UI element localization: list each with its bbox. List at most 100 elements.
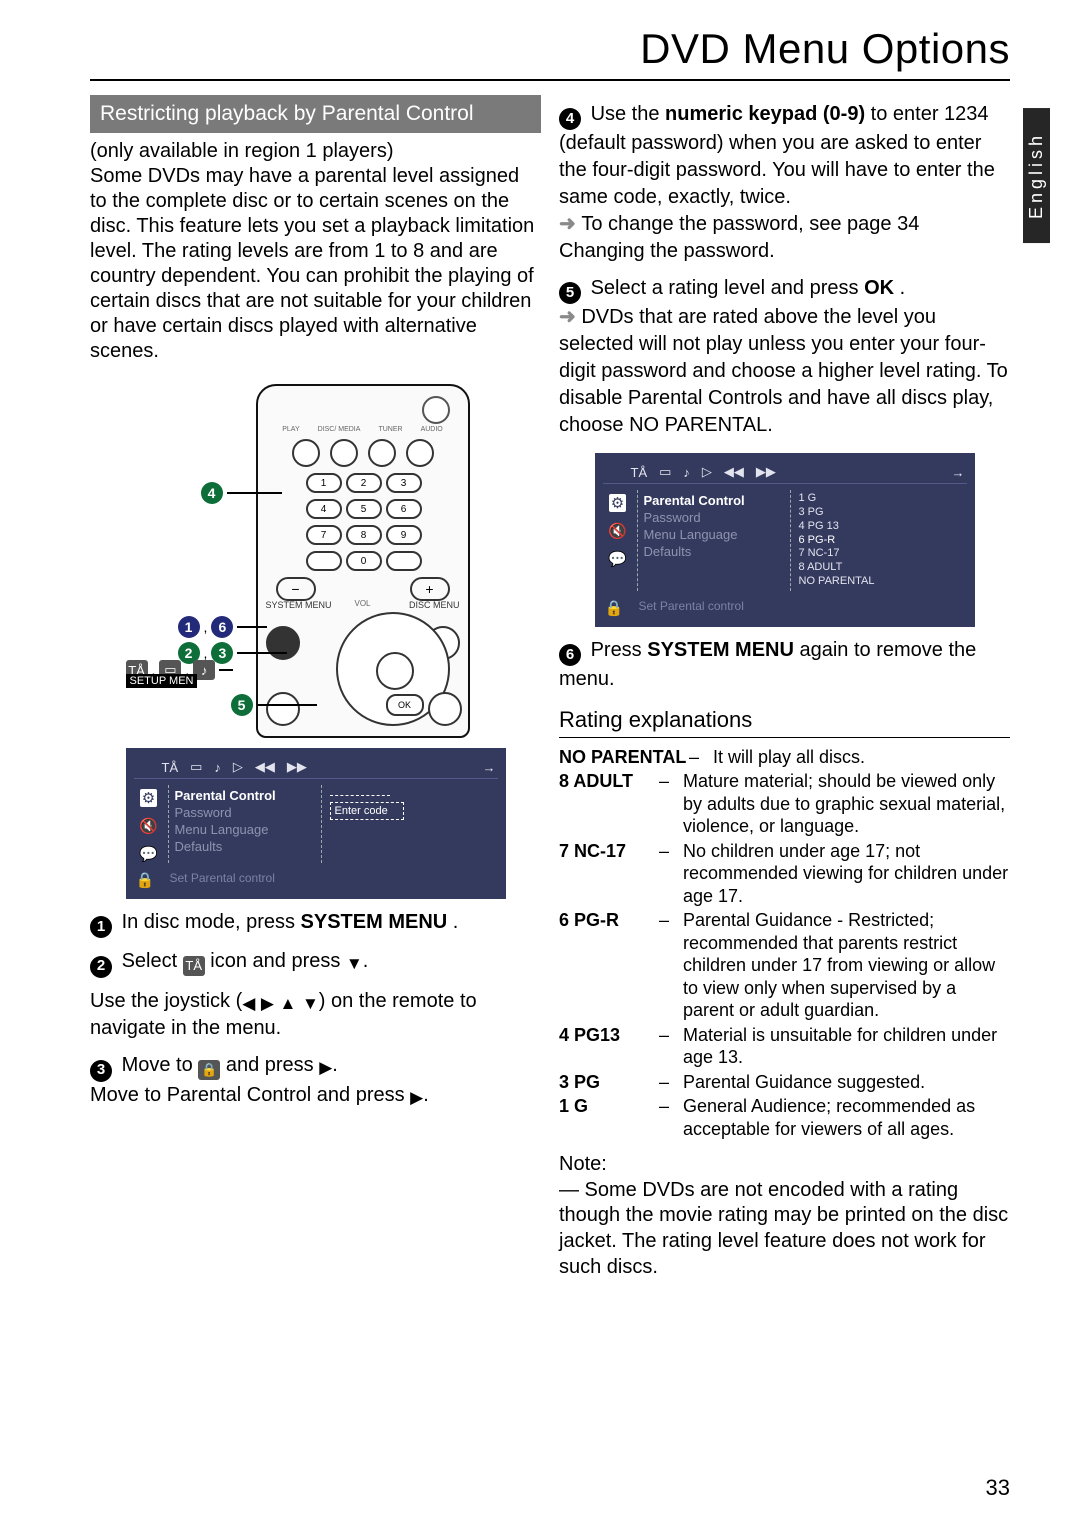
osd-enter-code: TÅ ▭ ♪ ▷ ◀◀ ▶▶ → ⚙ 🔇 💬 Parental Control <box>126 748 506 899</box>
step-6-num: 6 <box>559 644 581 666</box>
osd-tabs: TÅ ▭ ♪ ▷ ◀◀ ▶▶ → <box>134 756 498 779</box>
source-button-icon <box>330 439 358 467</box>
right-triangle-icon: ▶ <box>319 1058 332 1077</box>
osd-tab: ♪ <box>214 760 221 775</box>
rating-desc: Parental Guidance suggested. <box>683 1071 1010 1094</box>
osd-footer: Set Parental control <box>134 863 498 885</box>
rating-label: 6 PG-R <box>559 910 619 930</box>
osd-item-password: Password <box>175 804 315 821</box>
rating-1-g: 1 G – General Audience; recommended as a… <box>559 1095 1010 1140</box>
numeric-keypad: 1 2 3 4 5 6 7 8 9 0 <box>258 473 468 571</box>
remote-body: PLAY DISC/ MEDIA TUNER AUDIO 1 2 <box>256 384 470 738</box>
rating-3-pg: 3 PG – Parental Guidance suggested. <box>559 1071 1010 1094</box>
power-button-icon <box>422 396 450 424</box>
step-5-num: 5 <box>559 282 581 304</box>
down-triangle-icon: ▼ <box>346 954 363 973</box>
osd-tab: ▭ <box>659 464 671 480</box>
vol-up-icon: + <box>410 577 450 601</box>
osd-setup-list: Parental Control Password Menu Language … <box>168 785 322 863</box>
subhead-rule <box>559 737 1010 738</box>
left-column: Restricting playback by Parental Control… <box>90 95 541 1280</box>
osd-item-parental: Parental Control <box>644 492 784 509</box>
osd-tab: ▭ <box>190 759 202 775</box>
intro-body: Some DVDs may have a parental level assi… <box>90 165 534 362</box>
step-1-text-c: . <box>447 911 458 933</box>
osd-item-defaults: Defaults <box>644 543 784 560</box>
columns: Restricting playback by Parental Control… <box>90 95 1010 1280</box>
osd-opt: 8 ADULT <box>799 561 963 575</box>
step-4-sub: To change the password, see page 34 Chan… <box>559 213 919 262</box>
key-1: 1 <box>306 473 342 493</box>
osd-tab: TÅ <box>162 760 179 775</box>
step-5-sub-b: NO PARENTAL. <box>629 414 773 436</box>
rating-7-nc17: 7 NC-17 – No children under age 17; not … <box>559 840 1010 908</box>
rating-label: NO PARENTAL <box>559 747 686 767</box>
rating-desc: Parental Guidance - Restricted; recommen… <box>683 909 1010 1022</box>
joystick-text-a: Use the joystick ( <box>90 990 242 1012</box>
step-2-text-a: Select <box>122 950 183 972</box>
osd-item-defaults: Defaults <box>175 838 315 855</box>
osd-right-pane: Enter code <box>326 785 498 863</box>
intro-paragraph: (only available in region 1 players) Som… <box>90 139 541 364</box>
label-play: PLAY <box>282 426 299 433</box>
dash: – <box>689 746 713 769</box>
right-triangle-icon: ▶ <box>261 994 274 1013</box>
note-block: Note: — Some DVDs are not encoded with a… <box>559 1152 1010 1280</box>
key-9: 9 <box>386 525 422 545</box>
source-button-icon <box>406 439 434 467</box>
osd-right-pane: 1 G 3 PG 4 PG 13 6 PG-R 7 NC-17 8 ADULT … <box>795 490 967 590</box>
osd-tab: ◀◀ <box>255 759 275 775</box>
key-3: 3 <box>386 473 422 493</box>
osd-item-parental: Parental Control <box>175 787 315 804</box>
osd-tab: ◀◀ <box>724 464 744 480</box>
joystick-center <box>376 652 414 690</box>
note-label: Note: <box>559 1152 1010 1178</box>
osd-tab: ▶▶ <box>287 759 307 775</box>
rating-label: 1 G <box>559 1096 588 1116</box>
step-5-c: . <box>894 277 905 299</box>
callout-1-6: 1, 6 <box>178 616 268 638</box>
volume-row: − + <box>258 577 468 601</box>
osd-item-password: Password <box>644 509 784 526</box>
osd-item-menu-lang: Menu Language <box>644 526 784 543</box>
rating-desc: Mature material; should be viewed only b… <box>683 770 1010 838</box>
step-3: 3 Move to 🔒 and press ▶. Move to Parenta… <box>90 1052 541 1109</box>
osd-scroll-right-icon: → <box>483 760 496 775</box>
step-3-parental: Parental Control <box>167 1084 317 1106</box>
label-tuner: TUNER <box>378 426 402 433</box>
step-3-text-b: and press <box>220 1054 319 1076</box>
lock-icon: 🔒 <box>605 599 624 617</box>
remote-illustration: PLAY DISC/ MEDIA TUNER AUDIO 1 2 <box>126 384 506 734</box>
osd-rating-options: 1 G 3 PG 4 PG 13 6 PG-R 7 NC-17 8 ADULT … <box>799 492 963 588</box>
left-triangle-icon: ◀ <box>242 994 255 1013</box>
dash: – <box>659 1024 683 1069</box>
rating-no-parental: NO PARENTAL – It will play all discs. <box>559 746 1010 769</box>
osd-tab: TÅ <box>631 465 648 480</box>
step-2-text-b: icon and press <box>205 950 346 972</box>
osd-side-setup-icon: ⚙ <box>609 494 626 512</box>
step-2-text-c: . <box>363 950 369 972</box>
osd-side-icons: ⚙ 🔇 💬 <box>603 490 633 590</box>
callout-4: 4 <box>201 482 282 504</box>
right-column: 4 Use the numeric keypad (0-9) to enter … <box>559 95 1010 1280</box>
osd-footer: Set Parental control <box>603 591 967 613</box>
disc-menu-label: DISC MENU <box>409 600 460 610</box>
osd-tab: ▶▶ <box>756 464 776 480</box>
rating-desc: It will play all discs. <box>713 746 1010 769</box>
note-body: — Some DVDs are not encoded with a ratin… <box>559 1178 1010 1280</box>
step-5-sub: DVDs that are rated above the level you … <box>559 306 1008 436</box>
step-4: 4 Use the numeric keypad (0-9) to enter … <box>559 101 1010 265</box>
step-1: 1 In disc mode, press SYSTEM MENU . <box>90 909 541 938</box>
step-4-a: Use the <box>591 103 665 125</box>
step-5-a: Select a rating level and press <box>591 277 865 299</box>
intro-availability: (only available in region 1 players) <box>90 140 394 162</box>
osd-tab: ▷ <box>702 464 712 480</box>
callout-num-1: 1 <box>178 616 200 638</box>
step-6-sysmenu: SYSTEM MENU <box>647 639 794 661</box>
section-heading: Restricting playback by Parental Control <box>90 95 541 133</box>
key-2: 2 <box>346 473 382 493</box>
osd-side-audio-icon: 🔇 <box>139 817 158 835</box>
rating-label: 3 PG <box>559 1072 600 1092</box>
label-disc-media: DISC/ MEDIA <box>318 426 361 433</box>
osd-tab: ♪ <box>683 465 690 480</box>
